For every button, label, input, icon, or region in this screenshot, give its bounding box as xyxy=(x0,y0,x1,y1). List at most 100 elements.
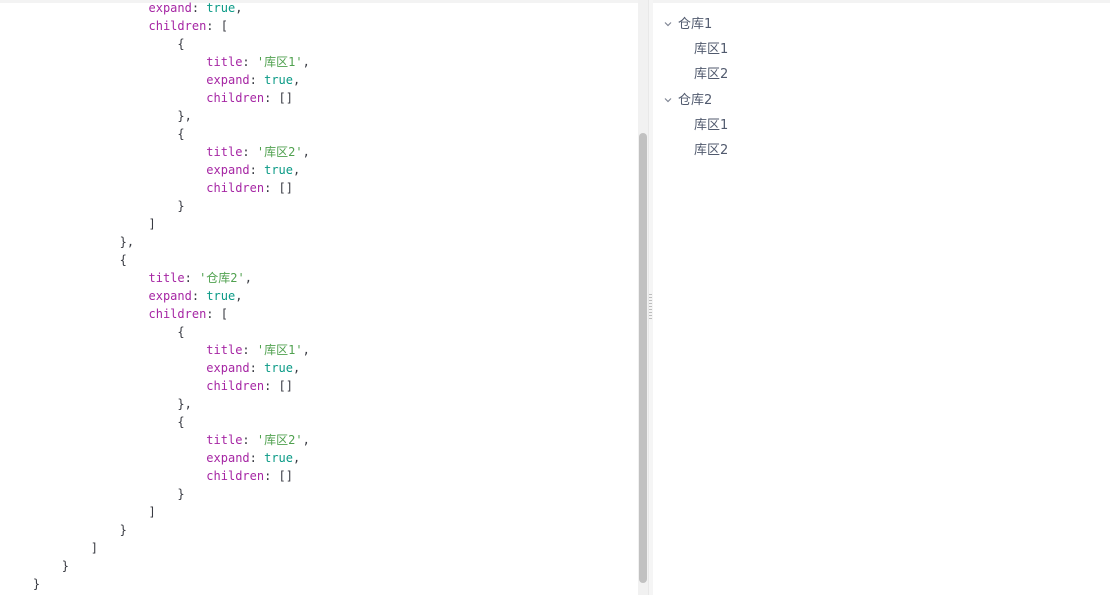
code-token: '仓库2' xyxy=(199,271,245,285)
code-line: { xyxy=(4,127,185,141)
code-token: expand xyxy=(206,163,250,177)
code-token: : [ xyxy=(206,307,228,321)
code-token: expand xyxy=(206,451,250,465)
code-token: , xyxy=(302,433,310,447)
code-line: title: '库区2', xyxy=(4,145,310,159)
code-line: }, xyxy=(4,235,134,249)
code-token: } xyxy=(61,559,70,573)
tree-node-zone[interactable]: 库区2 xyxy=(694,65,728,85)
code-token: ] xyxy=(90,541,98,555)
code-line: { xyxy=(4,415,184,429)
code-line: expand: true, xyxy=(4,289,243,303)
code-line: }, xyxy=(4,397,192,411)
code-token: , xyxy=(302,145,310,159)
tree-node-label[interactable]: 仓库2 xyxy=(678,93,712,108)
tree-node-label[interactable]: 库区2 xyxy=(694,143,728,158)
code-token: } xyxy=(177,199,185,213)
code-token: : [] xyxy=(264,469,293,483)
code-token: , xyxy=(235,1,243,15)
code-token: : [] xyxy=(264,181,293,195)
code-token: , xyxy=(244,271,252,285)
code-token: true xyxy=(264,73,294,87)
splitter-grip-icon[interactable] xyxy=(649,294,652,320)
code-token: : xyxy=(249,73,265,87)
code-token: { xyxy=(177,325,185,339)
code-token: : xyxy=(184,271,200,285)
code-line: { xyxy=(4,37,184,51)
code-line: expand: true, xyxy=(4,163,300,177)
code-line: } xyxy=(4,487,185,501)
code-token: , xyxy=(293,451,301,465)
code-editor[interactable]: expand: true, children : [ { title: '库区1'… xyxy=(0,0,638,595)
code-token: expand xyxy=(148,289,192,303)
code-token: children xyxy=(206,91,265,105)
code-token: , xyxy=(235,289,243,303)
tree-node-label[interactable]: 库区1 xyxy=(694,118,728,133)
tree-node-label[interactable]: 仓库1 xyxy=(678,17,712,32)
code-token: title xyxy=(206,433,243,447)
code-token: : xyxy=(249,361,265,375)
scrollbar-thumb[interactable] xyxy=(639,133,647,583)
code-token: '库区2' xyxy=(256,145,303,159)
code-line: ] xyxy=(4,541,98,555)
code-line: title: '库区1', xyxy=(4,343,310,357)
code-token: children xyxy=(148,19,207,33)
tree-node-warehouse[interactable]: 仓库1 xyxy=(661,15,712,35)
code-line: } xyxy=(4,199,185,213)
code-token: } xyxy=(119,523,127,537)
code-token: : [] xyxy=(264,379,293,393)
chevron-down-icon[interactable] xyxy=(661,91,675,111)
code-line: title: '库区2', xyxy=(4,433,310,447)
code-line: title: '库区1', xyxy=(4,55,310,69)
tree-node-warehouse[interactable]: 仓库2 xyxy=(661,91,712,111)
code-token: title xyxy=(206,55,243,69)
tree-node-zone[interactable]: 库区1 xyxy=(694,116,728,136)
tree-view: 仓库1 库区1 库区2 仓库2 库区1 库区2 xyxy=(653,0,1110,595)
code-token: , xyxy=(293,361,301,375)
code-line: } xyxy=(4,559,69,573)
code-token: true xyxy=(264,451,294,465)
code-token: : xyxy=(242,343,257,357)
code-token: , xyxy=(293,73,301,87)
code-scrollbar[interactable] xyxy=(638,0,648,595)
chevron-down-icon[interactable] xyxy=(661,15,675,35)
code-token: , xyxy=(302,343,310,357)
code-token: { xyxy=(177,127,185,141)
code-token: '库区1' xyxy=(256,343,303,357)
code-token: { xyxy=(119,253,127,267)
tree-node-zone[interactable]: 库区1 xyxy=(694,40,728,60)
code-token: }, xyxy=(177,397,192,411)
tree-node-label[interactable]: 库区2 xyxy=(694,67,728,82)
tree-node-zone[interactable]: 库区2 xyxy=(694,141,728,161)
code-token: : xyxy=(249,451,265,465)
code-token: true xyxy=(206,1,236,15)
code-token: }, xyxy=(119,235,135,249)
code-token: , xyxy=(293,163,301,177)
code-line: children: [] xyxy=(4,379,293,393)
code-line: } xyxy=(4,577,40,591)
code-line: title: '仓库2', xyxy=(4,271,253,285)
code-line: expand: true, xyxy=(4,1,243,15)
code-line: }, xyxy=(4,109,191,123)
tree-node-label[interactable]: 库区1 xyxy=(694,42,728,57)
code-token: } xyxy=(177,487,185,501)
code-token: ] xyxy=(148,217,156,231)
